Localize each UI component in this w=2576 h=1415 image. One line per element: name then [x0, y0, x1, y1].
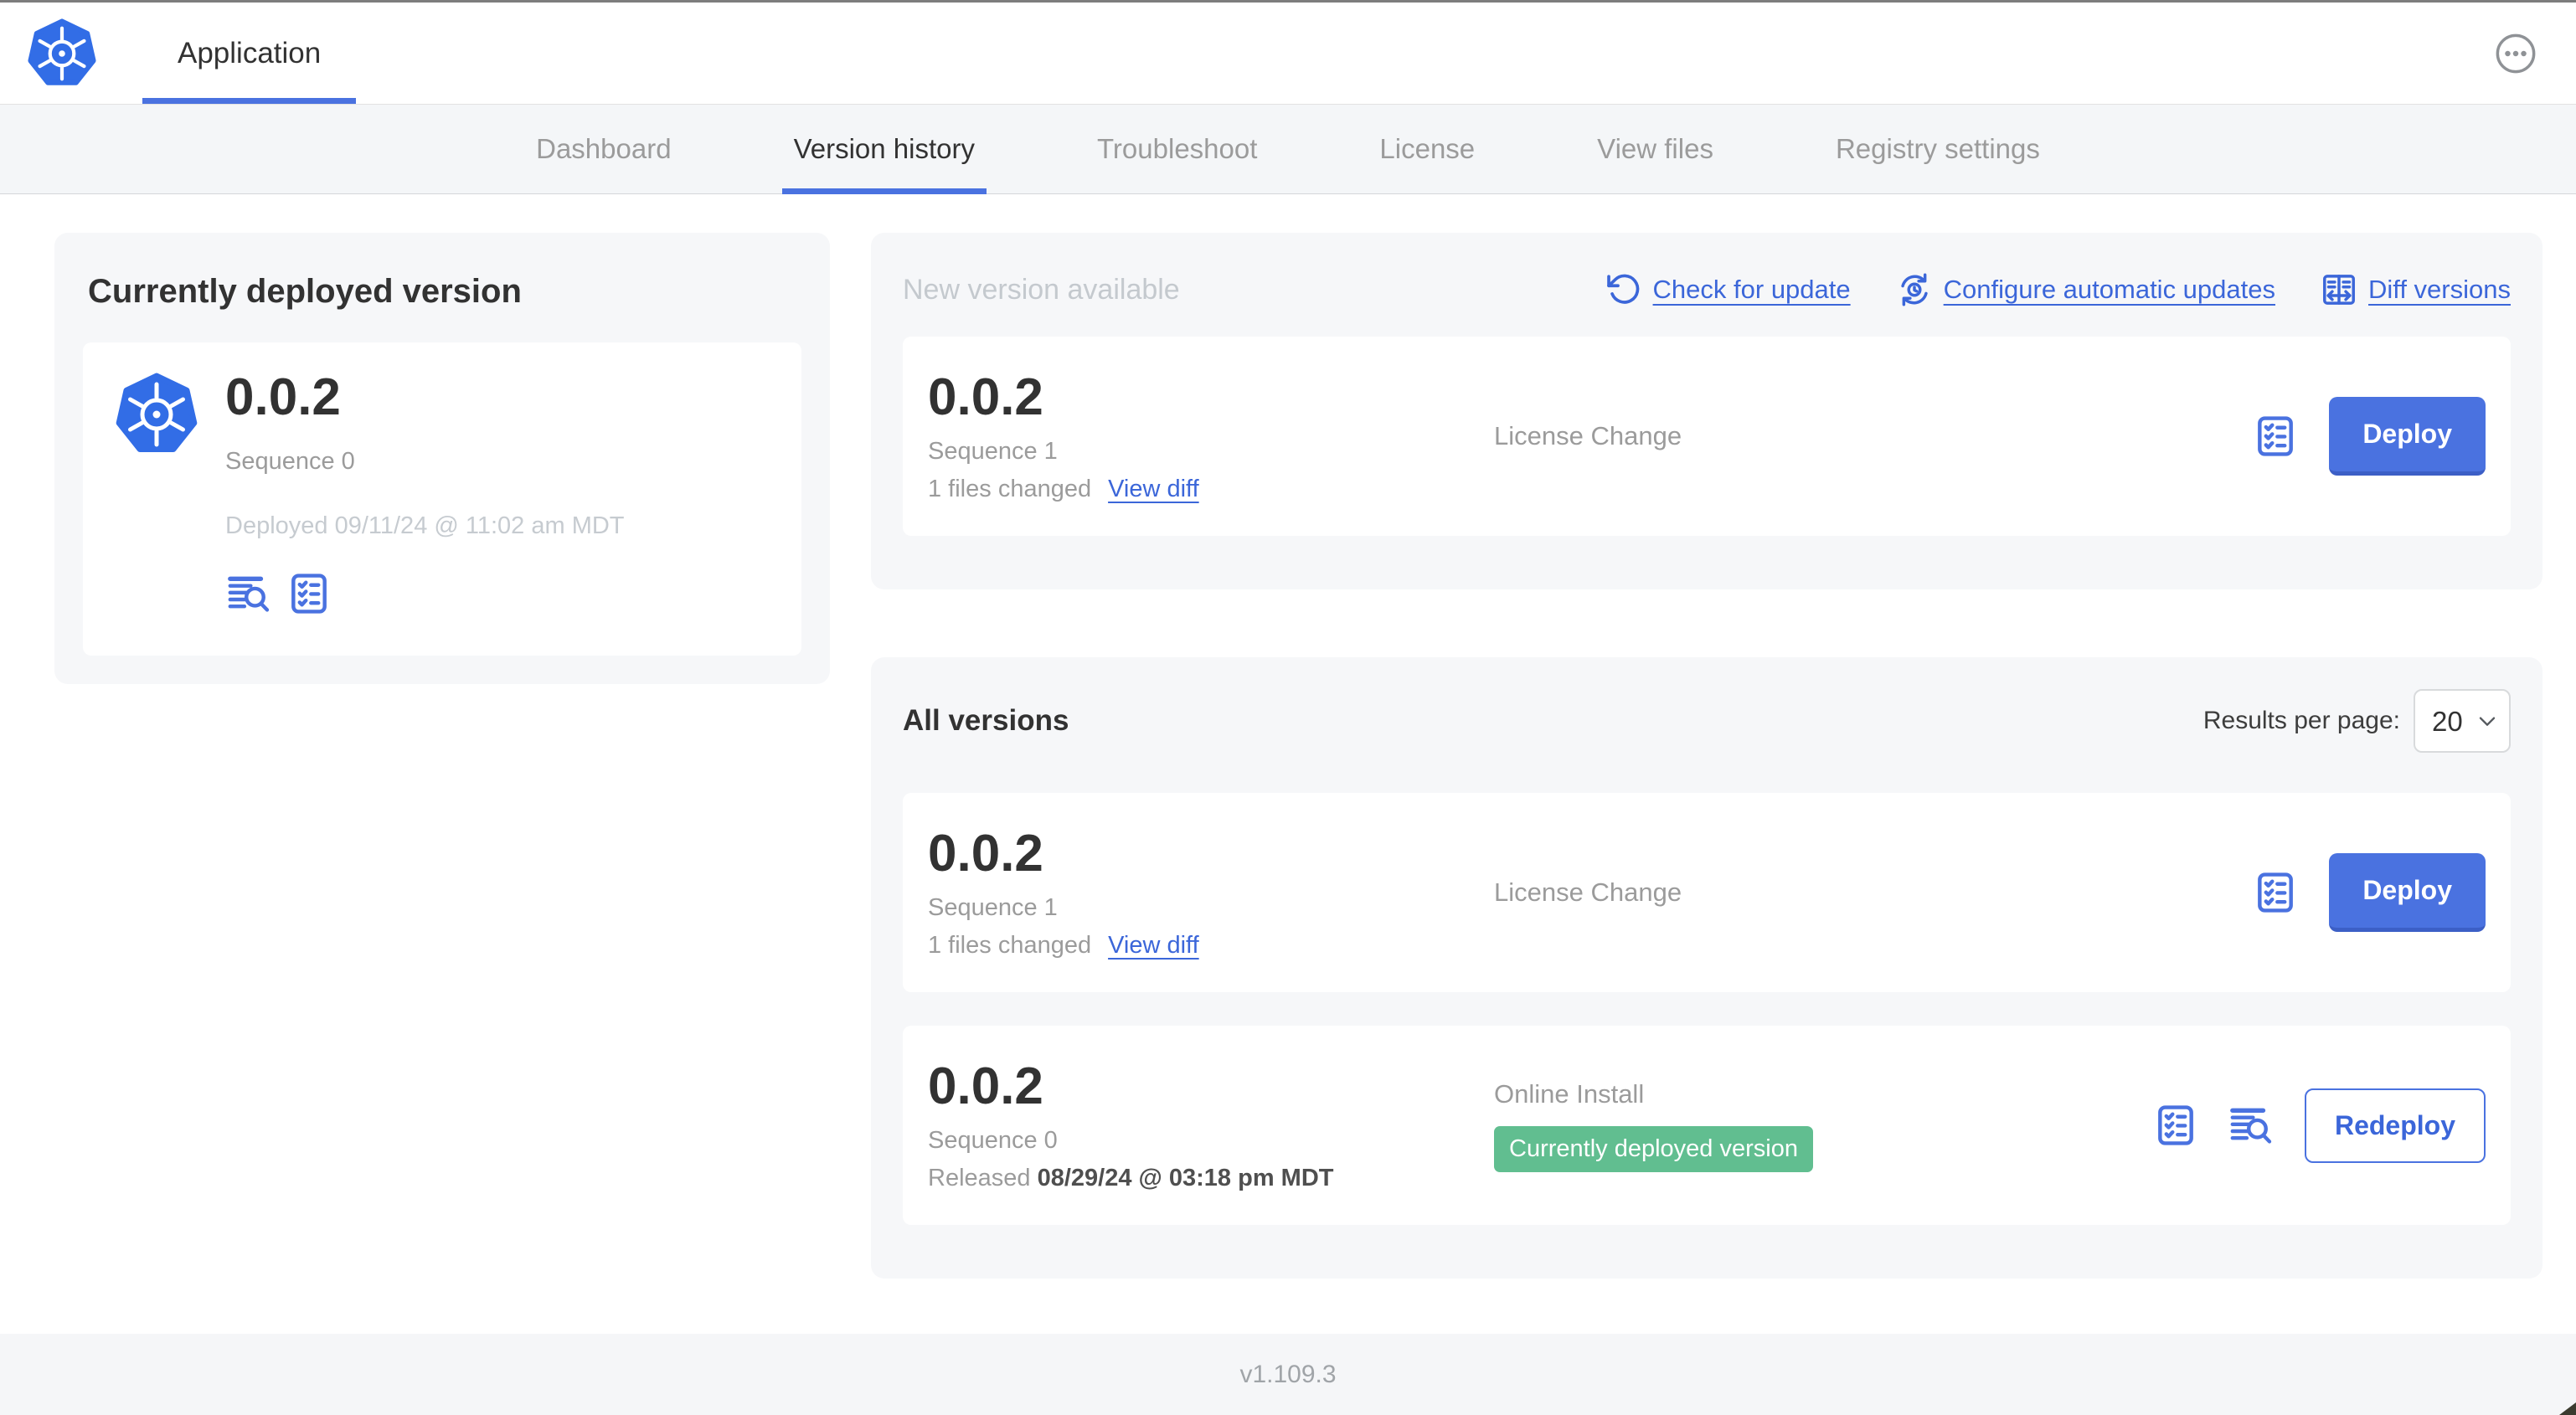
app-tab-active-underline [142, 98, 357, 104]
new-version-section: New version available Check for update C… [871, 233, 2543, 589]
version-sequence: Sequence 0 [928, 1127, 1058, 1155]
version-number: 0.0.2 [928, 1057, 1043, 1115]
version-number: 0.0.2 [928, 368, 1043, 426]
new-version-row: 0.0.2 Sequence 1 1 files changed View di… [903, 337, 2511, 536]
row-actions: Deploy [2252, 397, 2486, 476]
tab-view-files[interactable]: View files [1585, 105, 1725, 193]
config-checklist-icon [286, 570, 332, 617]
redeploy-button[interactable]: Redeploy [2304, 1088, 2486, 1163]
files-changed-text: 1 files changed [928, 932, 1092, 960]
results-per-page-group: Results per page: 20 [2203, 689, 2511, 753]
check-for-update-label: Check for update [1652, 275, 1851, 304]
row-icons [2252, 413, 2299, 460]
right-column: New version available Check for update C… [871, 233, 2543, 1279]
currently-deployed-panel: Currently deployed version 0.0.2 Sequenc… [54, 233, 830, 684]
source-label: License Change [1494, 421, 1682, 450]
version-source: License Change [1494, 421, 2235, 451]
currently-deployed-card: 0.0.2 Sequence 0 Deployed 09/11/24 @ 11:… [83, 342, 801, 656]
files-changed-row: 1 files changed View diff [928, 932, 1494, 960]
config-checklist-icon [2152, 1102, 2199, 1149]
deploy-button[interactable]: Deploy [2329, 853, 2486, 932]
deployed-sequence: Sequence 0 [225, 448, 355, 476]
tab-version-history[interactable]: Version history [781, 105, 987, 194]
ellipsis-icon [2494, 32, 2537, 75]
diff-versions-link[interactable]: Diff versions [2321, 271, 2511, 308]
source-label: License Change [1494, 877, 1682, 907]
version-config-button[interactable] [2252, 413, 2299, 460]
app-header: Application [0, 3, 2576, 105]
config-checklist-icon [2252, 869, 2299, 916]
version-source: Online Install Currently deployed versio… [1494, 1079, 2136, 1172]
source-label: Online Install [1494, 1078, 1645, 1109]
version-info: 0.0.2 Sequence 1 1 files changed View di… [928, 824, 1494, 960]
released-prefix: Released [928, 1165, 1031, 1192]
admin-console-version: v1.109.3 [1239, 1360, 1337, 1388]
logs-icon [2228, 1102, 2275, 1149]
currently-deployed-info: 0.0.2 Sequence 0 Deployed 09/11/24 @ 11:… [225, 368, 625, 629]
config-checklist-icon [2252, 413, 2299, 460]
view-diff-link[interactable]: View diff [1108, 932, 1199, 960]
results-per-page-select[interactable]: 20 [2414, 689, 2511, 753]
version-config-button[interactable] [286, 570, 332, 617]
deploy-button[interactable]: Deploy [2329, 397, 2486, 476]
row-icons [2152, 1102, 2275, 1149]
tab-troubleshoot[interactable]: Troubleshoot [1085, 105, 1269, 193]
kots-admin-page: Application Dashboard Version history Tr… [0, 0, 2576, 1415]
diff-versions-label: Diff versions [2368, 275, 2511, 304]
released-date: 08/29/24 @ 03:18 pm MDT [1037, 1165, 1334, 1192]
version-number: 0.0.2 [928, 824, 1043, 882]
deploy-logs-button[interactable] [2228, 1102, 2275, 1149]
deployed-actions [225, 570, 625, 617]
deploy-logs-button[interactable] [225, 570, 272, 617]
all-versions-title: All versions [903, 704, 1069, 737]
results-per-page-label: Results per page: [2202, 707, 2400, 734]
version-row: 0.0.2 Sequence 0 Released 08/29/24 @ 03:… [903, 1026, 2511, 1225]
tab-registry-settings[interactable]: Registry settings [1824, 105, 2052, 193]
row-actions: Deploy [2252, 853, 2486, 932]
configure-automatic-updates-link[interactable]: Configure automatic updates [1896, 271, 2275, 308]
files-changed-text: 1 files changed [928, 476, 1092, 503]
refresh-icon [1605, 271, 1642, 308]
view-diff-link[interactable]: View diff [1108, 476, 1199, 503]
currently-deployed-badge: Currently deployed version [1494, 1125, 1813, 1172]
deployed-timestamp: Deployed 09/11/24 @ 11:02 am MDT [225, 512, 625, 540]
app-nav: Dashboard Version history Troubleshoot L… [0, 105, 2576, 194]
app-tab[interactable]: Application [142, 3, 357, 104]
version-row: 0.0.2 Sequence 1 1 files changed View di… [903, 793, 2511, 992]
row-icons [2252, 869, 2299, 916]
all-versions-section: All versions Results per page: 20 0.0.2 … [871, 657, 2543, 1279]
logs-icon [225, 570, 272, 617]
version-config-button[interactable] [2152, 1102, 2199, 1149]
version-source: License Change [1494, 877, 2235, 908]
released-row: Released 08/29/24 @ 03:18 pm MDT [928, 1165, 1494, 1192]
overflow-menu-button[interactable] [2494, 32, 2537, 75]
version-info: 0.0.2 Sequence 1 1 files changed View di… [928, 368, 1494, 503]
version-config-button[interactable] [2252, 869, 2299, 916]
version-sequence: Sequence 1 [928, 438, 1058, 466]
diff-icon [2321, 271, 2357, 308]
main-content: Currently deployed version 0.0.2 Sequenc… [0, 194, 2576, 1334]
kubernetes-logo-icon [25, 18, 99, 89]
new-version-title: New version available [903, 273, 1180, 306]
row-actions: Redeploy [2152, 1088, 2486, 1163]
currently-deployed-title: Currently deployed version [88, 273, 522, 310]
all-versions-header: All versions Results per page: 20 [903, 689, 2511, 753]
check-for-update-link[interactable]: Check for update [1605, 271, 1851, 308]
schedule-update-icon [1896, 271, 1933, 308]
tab-dashboard[interactable]: Dashboard [524, 105, 683, 193]
files-changed-row: 1 files changed View diff [928, 476, 1494, 503]
deployed-version-number: 0.0.2 [225, 368, 341, 426]
version-actions: Check for update Configure automatic upd… [1605, 271, 2511, 308]
version-sequence: Sequence 1 [928, 894, 1058, 922]
app-title: Application [178, 36, 322, 69]
app-icon [113, 373, 200, 456]
version-info: 0.0.2 Sequence 0 Released 08/29/24 @ 03:… [928, 1057, 1494, 1192]
results-per-page-select-wrap: 20 [2414, 689, 2511, 753]
tab-license[interactable]: License [1368, 105, 1486, 193]
new-version-header: New version available Check for update C… [903, 265, 2511, 315]
configure-automatic-updates-label: Configure automatic updates [1943, 275, 2275, 304]
app-footer: v1.109.3 [0, 1334, 2576, 1415]
